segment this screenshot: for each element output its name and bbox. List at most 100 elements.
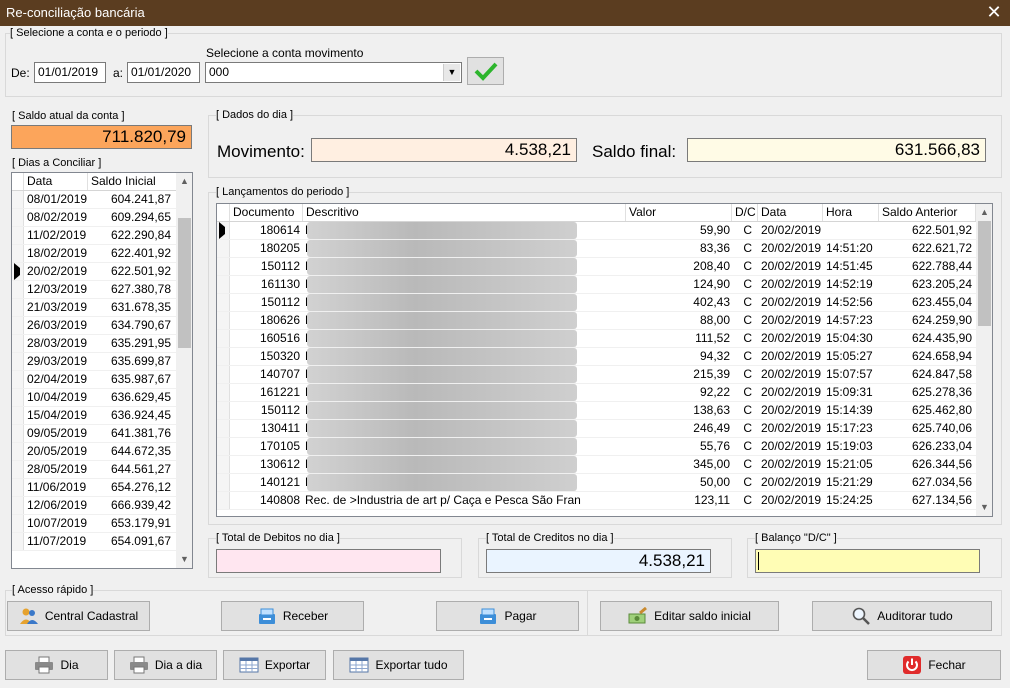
row-selector[interactable] bbox=[217, 420, 230, 437]
receber-button[interactable]: Receber bbox=[221, 601, 364, 631]
table-row[interactable]: 161221 Rec. de 92,22 C 20/02/2019 15:09:… bbox=[217, 384, 976, 402]
row-selector[interactable] bbox=[12, 443, 24, 460]
to-date-input[interactable]: 01/01/2020 bbox=[127, 62, 200, 83]
account-select[interactable]: 000 ▼ bbox=[205, 62, 462, 83]
table-row[interactable]: 08/01/2019 604.241,87 bbox=[12, 191, 176, 209]
table-row[interactable]: 150112 Rec. de 208,40 C 20/02/2019 14:51… bbox=[217, 258, 976, 276]
from-date-input[interactable]: 01/01/2019 bbox=[34, 62, 106, 83]
scroll-thumb[interactable] bbox=[178, 218, 191, 348]
exportar-tudo-button[interactable]: Exportar tudo bbox=[333, 650, 464, 680]
table-row[interactable]: 29/03/2019 635.699,87 bbox=[12, 353, 176, 371]
table-row[interactable]: 140707 Rec. de 215,39 C 20/02/2019 15:07… bbox=[217, 366, 976, 384]
row-selector[interactable] bbox=[12, 371, 24, 388]
table-row[interactable]: 20/05/2019 644.672,35 bbox=[12, 443, 176, 461]
table-row[interactable]: 28/05/2019 644.561,27 bbox=[12, 461, 176, 479]
table-row[interactable]: 20/02/2019 622.501,92 bbox=[12, 263, 176, 281]
table-row[interactable]: 130411 Rec. de 246,49 C 20/02/2019 15:17… bbox=[217, 420, 976, 438]
row-selector[interactable] bbox=[217, 492, 230, 509]
close-icon[interactable]: ✕ bbox=[986, 2, 1002, 22]
row-selector[interactable] bbox=[12, 515, 24, 532]
row-selector[interactable] bbox=[217, 384, 230, 401]
table-row[interactable]: 12/03/2019 627.380,78 bbox=[12, 281, 176, 299]
row-selector[interactable] bbox=[12, 461, 24, 478]
balanco-value[interactable] bbox=[755, 549, 980, 573]
table-row[interactable]: 15/04/2019 636.924,45 bbox=[12, 407, 176, 425]
scroll-down-icon[interactable]: ▼ bbox=[176, 551, 192, 568]
row-selector[interactable] bbox=[217, 456, 230, 473]
row-selector[interactable] bbox=[217, 366, 230, 383]
pagar-button[interactable]: Pagar bbox=[436, 601, 579, 631]
column-header-data[interactable]: Data bbox=[24, 173, 88, 190]
chevron-down-icon[interactable]: ▼ bbox=[443, 64, 460, 81]
row-selector[interactable] bbox=[12, 497, 24, 514]
table-row[interactable]: 140121 Rec. de 50,00 C 20/02/2019 15:21:… bbox=[217, 474, 976, 492]
row-selector[interactable] bbox=[217, 402, 230, 419]
row-selector[interactable] bbox=[12, 407, 24, 424]
central-cadastral-button[interactable]: Central Cadastral bbox=[7, 601, 150, 631]
row-selector[interactable] bbox=[12, 245, 24, 262]
row-selector[interactable] bbox=[12, 533, 24, 550]
row-selector[interactable] bbox=[12, 335, 24, 352]
dias-scrollbar[interactable]: ▲ ▼ bbox=[176, 173, 192, 568]
row-selector[interactable] bbox=[217, 258, 230, 275]
row-selector[interactable] bbox=[217, 222, 230, 239]
row-selector[interactable] bbox=[12, 281, 24, 298]
row-selector[interactable] bbox=[12, 317, 24, 334]
exportar-button[interactable]: Exportar bbox=[223, 650, 326, 680]
row-selector[interactable] bbox=[12, 209, 24, 226]
table-row[interactable]: 160516 Rec. de 111,52 C 20/02/2019 15:04… bbox=[217, 330, 976, 348]
table-row[interactable]: 180626 Rec. de 88,00 C 20/02/2019 14:57:… bbox=[217, 312, 976, 330]
table-row[interactable]: 11/06/2019 654.276,12 bbox=[12, 479, 176, 497]
table-row[interactable]: 21/03/2019 631.678,35 bbox=[12, 299, 176, 317]
column-header-descritivo[interactable]: Descritivo bbox=[303, 204, 626, 221]
table-row[interactable]: 28/03/2019 635.291,95 bbox=[12, 335, 176, 353]
scroll-down-icon[interactable]: ▼ bbox=[976, 499, 992, 516]
table-row[interactable]: 180205 Rec. de 83,36 C 20/02/2019 14:51:… bbox=[217, 240, 976, 258]
column-header-documento[interactable]: Documento bbox=[230, 204, 303, 221]
row-selector[interactable] bbox=[217, 312, 230, 329]
dia-a-dia-button[interactable]: Dia a dia bbox=[114, 650, 217, 680]
confirm-button[interactable] bbox=[467, 57, 504, 85]
auditorar-tudo-button[interactable]: Auditorar tudo bbox=[812, 601, 992, 631]
table-row[interactable]: 150112 Rec. de 402,43 C 20/02/2019 14:52… bbox=[217, 294, 976, 312]
table-row[interactable]: 18/02/2019 622.401,92 bbox=[12, 245, 176, 263]
row-selector[interactable] bbox=[217, 294, 230, 311]
row-selector[interactable] bbox=[12, 479, 24, 496]
lancamentos-grid[interactable]: Documento Descritivo Valor D/C Data Hora… bbox=[216, 203, 993, 517]
row-selector[interactable] bbox=[12, 353, 24, 370]
fechar-button[interactable]: Fechar bbox=[867, 650, 1001, 680]
table-row[interactable]: 140808 Rec. de >Industria de art p/ Caça… bbox=[217, 492, 976, 510]
table-row[interactable]: 12/06/2019 666.939,42 bbox=[12, 497, 176, 515]
table-row[interactable]: 150320 Rec. de 94,32 C 20/02/2019 15:05:… bbox=[217, 348, 976, 366]
editar-saldo-button[interactable]: Editar saldo inicial bbox=[600, 601, 779, 631]
scroll-up-icon[interactable]: ▲ bbox=[976, 204, 992, 221]
column-header-saldo-inicial[interactable]: Saldo Inicial bbox=[88, 173, 177, 190]
column-header-data[interactable]: Data bbox=[758, 204, 823, 221]
table-row[interactable]: 10/04/2019 636.629,45 bbox=[12, 389, 176, 407]
table-row[interactable]: 26/03/2019 634.790,67 bbox=[12, 317, 176, 335]
row-selector[interactable] bbox=[12, 425, 24, 442]
column-header-valor[interactable]: Valor bbox=[626, 204, 732, 221]
row-selector[interactable] bbox=[12, 263, 24, 280]
row-selector[interactable] bbox=[217, 240, 230, 257]
table-row[interactable]: 09/05/2019 641.381,76 bbox=[12, 425, 176, 443]
table-row[interactable]: 130612 Rec. de 345,00 C 20/02/2019 15:21… bbox=[217, 456, 976, 474]
scroll-up-icon[interactable]: ▲ bbox=[176, 173, 192, 190]
table-row[interactable]: 161130 Rec. de 124,90 C 20/02/2019 14:52… bbox=[217, 276, 976, 294]
column-header-dc[interactable]: D/C bbox=[732, 204, 758, 221]
row-selector[interactable] bbox=[217, 474, 230, 491]
table-row[interactable]: 170105 Rec. de 55,76 C 20/02/2019 15:19:… bbox=[217, 438, 976, 456]
table-row[interactable]: 11/02/2019 622.290,84 bbox=[12, 227, 176, 245]
row-selector[interactable] bbox=[217, 348, 230, 365]
row-selector[interactable] bbox=[12, 299, 24, 316]
lancamentos-scrollbar[interactable]: ▲ ▼ bbox=[976, 204, 992, 516]
scroll-thumb[interactable] bbox=[978, 221, 991, 326]
column-header-hora[interactable]: Hora bbox=[823, 204, 879, 221]
table-row[interactable]: 11/07/2019 654.091,67 bbox=[12, 533, 176, 551]
row-selector[interactable] bbox=[217, 438, 230, 455]
row-selector[interactable] bbox=[12, 227, 24, 244]
table-row[interactable]: 150112 Rec. de 138,63 C 20/02/2019 15:14… bbox=[217, 402, 976, 420]
dias-grid[interactable]: Data Saldo Inicial 08/01/2019 604.241,87… bbox=[11, 172, 193, 569]
row-selector[interactable] bbox=[217, 330, 230, 347]
row-selector[interactable] bbox=[12, 389, 24, 406]
